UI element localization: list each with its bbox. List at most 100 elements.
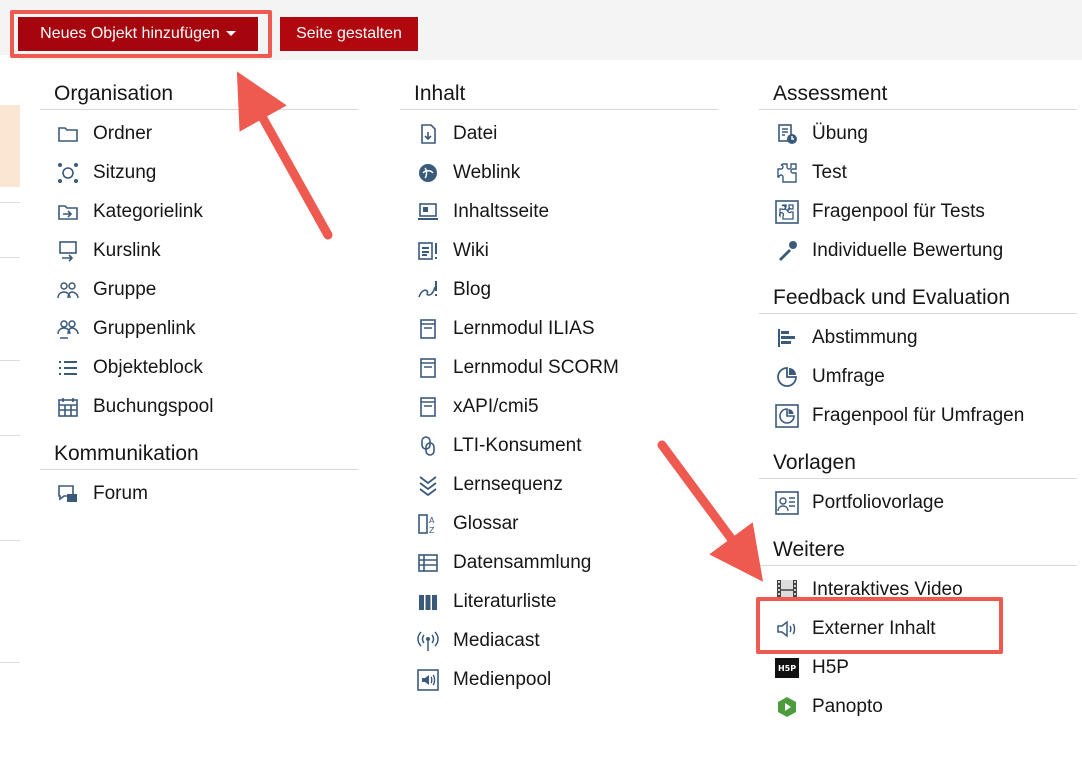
- group-item-list: Übung Test Fragenpool für Tests Individuell…: [759, 110, 1077, 270]
- weblink-icon: [416, 161, 440, 185]
- design-page-button[interactable]: Seite gestalten: [280, 17, 418, 51]
- group-title: Weitere: [759, 522, 1077, 566]
- menu-item-gruppe[interactable]: Gruppe: [40, 270, 358, 309]
- menu-item-medienpool[interactable]: Medienpool: [400, 660, 718, 699]
- toolbar: Neues Objekt hinzufügen Seite gestalten: [0, 0, 1082, 58]
- divider: [0, 360, 20, 361]
- menu-item-abstimmung[interactable]: Abstimmung: [759, 318, 1077, 357]
- menu-item-xapi-cmi5[interactable]: xAPI/cmi5: [400, 387, 718, 426]
- h5p-icon: H5P: [775, 656, 799, 680]
- menu-item-wiki[interactable]: Wiki: [400, 231, 718, 270]
- file-icon: [416, 122, 440, 146]
- svg-text:Z: Z: [429, 526, 435, 535]
- menu-item-label: Lernmodul SCORM: [453, 357, 619, 378]
- menu-item-mediacast[interactable]: Mediacast: [400, 621, 718, 660]
- group-title: Inhalt: [400, 60, 718, 110]
- divider: [0, 662, 20, 663]
- portfolio-template-icon: [775, 491, 799, 515]
- menu-item-datei[interactable]: Datei: [400, 114, 718, 153]
- menu-item-label: Blog: [453, 279, 492, 300]
- menu-item-label: Fragenpool für Umfragen: [812, 405, 1025, 426]
- lti-icon: [416, 434, 440, 458]
- bibliography-icon: [416, 590, 440, 614]
- sequence-icon: [416, 473, 440, 497]
- menu-item-lernmodul-scorm[interactable]: Lernmodul SCORM: [400, 348, 718, 387]
- group-link-icon: [56, 317, 80, 341]
- test-icon: [775, 161, 799, 185]
- menu-item-kurslink[interactable]: Kurslink: [40, 231, 358, 270]
- menu-item-label: Sitzung: [93, 162, 157, 183]
- group-item-list: Abstimmung Umfrage Fragenpool für Umfragen: [759, 314, 1077, 435]
- menu-item-gruppenlink[interactable]: Gruppenlink: [40, 309, 358, 348]
- survey-pool-icon: [775, 404, 799, 428]
- menu-item-forum[interactable]: Forum: [40, 474, 358, 513]
- menu-item-label: Gruppe: [93, 279, 157, 300]
- group-item-list: Portfoliovorlage: [759, 479, 1077, 522]
- menu-item-individuelle-bewertung[interactable]: Individuelle Bewertung: [759, 231, 1077, 270]
- menu-item-panopto[interactable]: Panopto: [759, 687, 1077, 726]
- group-item-list: Interaktives Video Externer Inhalt H5P H5P P…: [759, 566, 1077, 726]
- menu-item-label: Literaturliste: [453, 591, 557, 612]
- menu-item-buchungspool[interactable]: Buchungspool: [40, 387, 358, 426]
- menu-item-externer-inhalt[interactable]: Externer Inhalt: [759, 609, 1077, 648]
- survey-icon: [775, 365, 799, 389]
- menu-item-label: Kurslink: [93, 240, 161, 261]
- menu-item-label: Inhaltsseite: [453, 201, 550, 222]
- menu-item-test[interactable]: Test: [759, 153, 1077, 192]
- menu-item-lti-konsument[interactable]: LTI-Konsument: [400, 426, 718, 465]
- list-block-icon: [56, 356, 80, 380]
- menu-item-fragenpool-für-tests[interactable]: Fragenpool für Tests: [759, 192, 1077, 231]
- menu-item-label: Portfoliovorlage: [812, 492, 945, 513]
- dropdown-column-assessment: Assessment Übung Test Fragenpool für Tests I…: [759, 60, 1077, 726]
- menu-item-label: Kategorielink: [93, 201, 203, 222]
- divider: [0, 540, 20, 541]
- question-pool-icon: [775, 200, 799, 224]
- menu-item-blog[interactable]: Blog: [400, 270, 718, 309]
- menu-item-interaktives-video[interactable]: Interaktives Video: [759, 570, 1077, 609]
- assessment-icon: [775, 239, 799, 263]
- xapi-icon: [416, 395, 440, 419]
- menu-item-label: Datensammlung: [453, 552, 592, 573]
- menu-item-kategorielink[interactable]: Kategorielink: [40, 192, 358, 231]
- menu-item-lernsequenz[interactable]: Lernsequenz: [400, 465, 718, 504]
- menu-item-objekteblock[interactable]: Objekteblock: [40, 348, 358, 387]
- poll-icon: [775, 326, 799, 350]
- glossary-icon: AZ: [416, 512, 440, 536]
- menu-item-label: Fragenpool für Tests: [812, 201, 985, 222]
- caret-down-icon: [225, 31, 236, 37]
- menu-item-glossar[interactable]: A Z Glossar: [400, 504, 718, 543]
- group-title: Kommunikation: [40, 426, 358, 470]
- menu-item-übung[interactable]: Übung: [759, 114, 1077, 153]
- media-pool-icon: [416, 668, 440, 692]
- mediacast-icon: [416, 629, 440, 653]
- menu-item-h5p[interactable]: H5P H5P: [759, 648, 1077, 687]
- menu-item-ordner[interactable]: Ordner: [40, 114, 358, 153]
- menu-item-label: Lernmodul ILIAS: [453, 318, 595, 339]
- menu-item-portfoliovorlage[interactable]: Portfoliovorlage: [759, 483, 1077, 522]
- menu-item-umfrage[interactable]: Umfrage: [759, 357, 1077, 396]
- divider: [0, 257, 20, 258]
- content-page-icon: [416, 200, 440, 224]
- menu-item-inhaltsseite[interactable]: Inhaltsseite: [400, 192, 718, 231]
- menu-item-label: Medienpool: [453, 669, 552, 690]
- menu-item-label: Lernsequenz: [453, 474, 563, 495]
- group-title: Assessment: [759, 60, 1077, 110]
- folder-icon: [56, 122, 80, 146]
- menu-item-label: Wiki: [453, 240, 489, 261]
- exercise-icon: [775, 122, 799, 146]
- forum-icon: [56, 482, 80, 506]
- menu-item-datensammlung[interactable]: Datensammlung: [400, 543, 718, 582]
- menu-item-label: Glossar: [453, 513, 519, 534]
- menu-item-label: Abstimmung: [812, 327, 918, 348]
- add-new-object-button[interactable]: Neues Objekt hinzufügen: [18, 17, 258, 51]
- group-icon: [56, 278, 80, 302]
- menu-item-label: Weblink: [453, 162, 521, 183]
- menu-item-lernmodul-ilias[interactable]: Lernmodul ILIAS: [400, 309, 718, 348]
- menu-item-label: Individuelle Bewertung: [812, 240, 1004, 261]
- menu-item-label: Test: [812, 162, 847, 183]
- menu-item-sitzung[interactable]: Sitzung: [40, 153, 358, 192]
- menu-item-weblink[interactable]: Weblink: [400, 153, 718, 192]
- menu-item-fragenpool-für-umfragen[interactable]: Fragenpool für Umfragen: [759, 396, 1077, 435]
- group-title: Vorlagen: [759, 435, 1077, 479]
- menu-item-literaturliste[interactable]: Literaturliste: [400, 582, 718, 621]
